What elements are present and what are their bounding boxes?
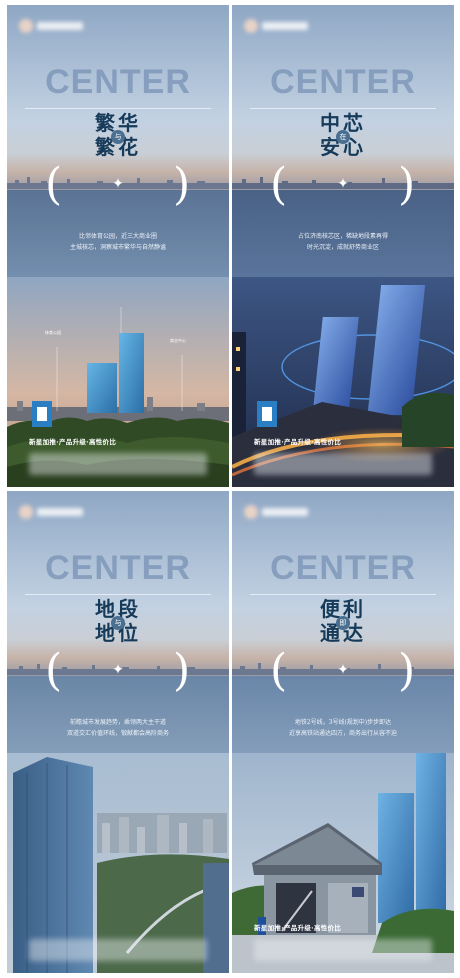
center-watermark: CENTER: [45, 549, 191, 587]
paren-left-icon: (: [270, 645, 288, 696]
description-line-2: 时光沉淀，成就舒势商业区: [306, 244, 379, 251]
description-line-2: 近享高铁站通达四方，商务出行从容不迫: [288, 730, 397, 737]
description-line-1: 占位济南核芯区，稀缺地段素再得: [297, 233, 388, 240]
footer-info: [29, 453, 207, 475]
project-badge-icon: [257, 401, 277, 427]
poster-core-district: CENTER 中芯 安心 在 ( ✦ ) 占位济南核芯区，稀缺地段素再得 时光沉…: [232, 5, 454, 487]
footer-info: [254, 939, 432, 961]
divider-line: [250, 594, 436, 595]
brand-logo: [244, 503, 314, 521]
headline-connector: 即: [336, 616, 350, 630]
poster-location-status: CENTER 地段 地位 与 ( ✦ ) 前瞻城市发展趋势，乘领两大主干道 双道…: [7, 491, 229, 973]
headline: 便利 通达 即: [232, 597, 454, 645]
paren-right-icon: ): [173, 645, 191, 696]
paren-right-icon: ): [398, 159, 416, 210]
description-line-2: 双道交汇价值环线，锻献都会高阶商务: [66, 730, 169, 737]
headline: 地段 地位 与: [7, 597, 229, 645]
paren-left-icon: (: [270, 159, 288, 210]
poster-convenience: CENTER 便利 通达 即 ( ✦ ) 地铁2号线，3号线(规划中)步步即达 …: [232, 491, 454, 973]
headline: 繁华 繁花 与: [7, 111, 229, 159]
project-badge-icon: [32, 401, 52, 427]
map-marker-label: 体育公园: [45, 330, 61, 335]
sparkle-icon: ✦: [337, 661, 349, 677]
description: 地铁2号线，3号线(规划中)步步即达 近享高铁站通达四方，商务出行从容不迫: [232, 717, 454, 739]
divider-line: [250, 108, 436, 109]
brand-logo: [19, 17, 89, 35]
paren-left-icon: (: [45, 159, 63, 210]
brand-logo: [244, 17, 314, 35]
center-watermark: CENTER: [45, 63, 191, 101]
center-watermark: CENTER: [270, 63, 416, 101]
brand-logo: [19, 503, 89, 521]
paren-left-icon: (: [45, 645, 63, 696]
divider-line: [25, 108, 211, 109]
paren-right-icon: ): [173, 159, 191, 210]
tagline: 新星加推·产品升级·高性价比: [29, 438, 117, 446]
sparkle-icon: ✦: [112, 661, 124, 677]
poster-prosperity: CENTER 繁华 繁花 与 ( ✦ ) 比邻体育公园，近三大商业圈 主城核芯，…: [7, 5, 229, 487]
description: 比邻体育公园，近三大商业圈 主城核芯，洞察城市繁华与自然静谧: [7, 231, 229, 253]
headline-connector: 与: [111, 616, 125, 630]
description-line-1: 地铁2号线，3号线(规划中)步步即达: [294, 719, 392, 726]
divider-line: [25, 594, 211, 595]
tagline: 新星加推·产品升级·高性价比: [254, 924, 342, 932]
sparkle-icon: ✦: [337, 175, 349, 191]
center-watermark: CENTER: [270, 549, 416, 587]
footer-info: [254, 453, 432, 475]
paren-right-icon: ): [398, 645, 416, 696]
description-line-1: 比邻体育公园，近三大商业圈: [78, 233, 157, 240]
sparkle-icon: ✦: [112, 175, 124, 191]
map-marker-label: 商业中心: [170, 338, 186, 343]
headline-connector: 在: [336, 130, 350, 144]
footer-info: [29, 939, 207, 961]
description-line-2: 主城核芯，洞察城市繁华与自然静谧: [69, 244, 166, 251]
description: 前瞻城市发展趋势，乘领两大主干道 双道交汇价值环线，锻献都会高阶商务: [7, 717, 229, 739]
description-line-1: 前瞻城市发展趋势，乘领两大主干道: [69, 719, 166, 726]
tagline: 新星加推·产品升级·高性价比: [254, 438, 342, 446]
headline-connector: 与: [111, 130, 125, 144]
description: 占位济南核芯区，稀缺地段素再得 时光沉淀，成就舒势商业区: [232, 231, 454, 253]
headline: 中芯 安心 在: [232, 111, 454, 159]
